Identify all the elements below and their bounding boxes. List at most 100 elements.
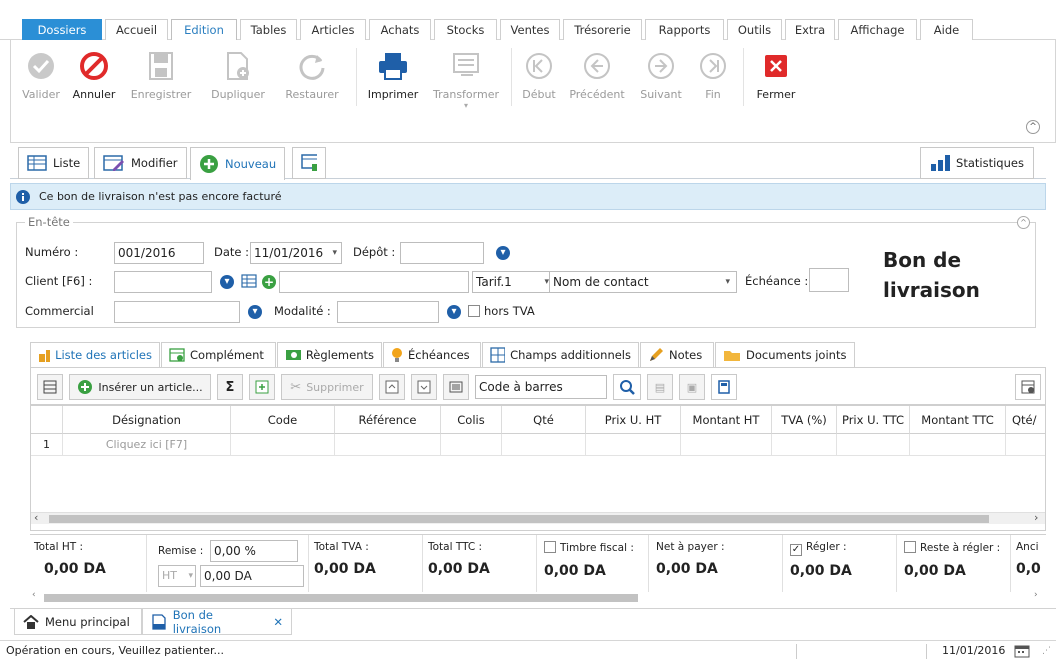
tab-liste-articles[interactable]: Liste des articles	[30, 342, 160, 368]
tab-complement[interactable]: Complément	[161, 342, 276, 367]
designation-cell[interactable]: Cliquez ici [F7]	[63, 434, 231, 456]
menu-tab-accueil[interactable]: Accueil	[105, 19, 168, 40]
totals-horizontal-scrollbar[interactable]: ‹ ›	[30, 590, 1046, 604]
remise-percent-field[interactable]: 0,00 %	[210, 540, 298, 562]
import-button[interactable]	[249, 374, 275, 400]
precedent-button[interactable]: Précédent	[567, 48, 627, 101]
code-cell[interactable]	[231, 434, 335, 456]
scroll-left-icon[interactable]: ‹	[34, 511, 38, 524]
supprimer-button[interactable]: ✂ Supprimer	[281, 374, 373, 400]
barcode-button[interactable]	[443, 374, 469, 400]
transformer-button[interactable]: Transformer ▾	[429, 48, 503, 110]
tab-notes[interactable]: Notes	[640, 342, 714, 367]
menu-tab-achats[interactable]: Achats	[369, 19, 431, 40]
resize-grip-icon[interactable]: ⋰	[1042, 641, 1051, 661]
tva-cell[interactable]	[772, 434, 837, 456]
menu-tab-tresorerie[interactable]: Trésorerie	[563, 19, 642, 40]
echeance-field[interactable]	[809, 268, 849, 292]
tab-champs-additionnels[interactable]: Champs additionnels	[482, 342, 639, 367]
prix-ht-cell[interactable]	[586, 434, 681, 456]
tarif-select[interactable]: Tarif.1 ▾	[472, 271, 549, 293]
tab-liste[interactable]: Liste	[18, 147, 90, 179]
close-tab-icon[interactable]: ✕	[273, 615, 283, 629]
menu-tab-outils[interactable]: Outils	[727, 19, 782, 40]
remise-mode-select[interactable]: HT ▾	[158, 565, 196, 587]
grid-horizontal-scrollbar[interactable]: ‹ ›	[31, 511, 1045, 524]
grid-settings-button[interactable]	[1015, 374, 1041, 400]
date-field[interactable]: 11/01/2016 ▾	[250, 242, 342, 264]
chevron-down-icon[interactable]: ▾	[332, 243, 337, 263]
move-up-button[interactable]	[379, 374, 405, 400]
tab-bon-livraison[interactable]: Bon de livraison ✕	[142, 608, 292, 636]
client-name-field[interactable]	[279, 271, 469, 293]
collapse-header-icon[interactable]: ^	[1017, 216, 1030, 229]
col-tva[interactable]: TVA (%)	[772, 406, 837, 434]
menu-tab-affichage[interactable]: Affichage	[838, 19, 917, 40]
tab-nouveau[interactable]: Nouveau	[190, 147, 286, 180]
reste-checkbox[interactable]: Reste à régler :	[904, 541, 1000, 554]
commercial-select-icon[interactable]: ▾	[248, 305, 262, 319]
scan-button[interactable]: ▤	[647, 374, 673, 400]
menu-tab-edition[interactable]: Edition	[171, 19, 237, 41]
tab-echeances[interactable]: Échéances	[383, 342, 481, 367]
debut-button[interactable]: Début	[519, 48, 559, 101]
colis-cell[interactable]	[441, 434, 502, 456]
move-down-button[interactable]	[411, 374, 437, 400]
montant-ttc-cell[interactable]	[910, 434, 1006, 456]
add-client-icon[interactable]: +	[262, 275, 276, 289]
barcode-input[interactable]: Code à barres	[475, 375, 607, 399]
tab-reglements[interactable]: Règlements	[277, 342, 382, 367]
col-prix-ttc[interactable]: Prix U. TTC	[837, 406, 910, 434]
client-list-icon[interactable]	[241, 274, 257, 289]
col-montant-ttc[interactable]: Montant TTC	[910, 406, 1006, 434]
menu-tab-ventes[interactable]: Ventes	[500, 19, 560, 40]
scroll-left-icon[interactable]: ‹	[32, 590, 36, 600]
depot-field[interactable]	[400, 242, 484, 264]
commercial-field[interactable]	[114, 301, 240, 323]
layout-button[interactable]	[37, 374, 63, 400]
totals-scroll-thumb[interactable]	[44, 594, 638, 602]
qte-colis-cell[interactable]	[1006, 434, 1045, 456]
collapse-ribbon-icon[interactable]: ^	[1026, 120, 1040, 134]
menu-tab-articles[interactable]: Articles	[300, 19, 366, 40]
tab-export[interactable]	[292, 147, 326, 179]
col-reference[interactable]: Référence	[335, 406, 441, 434]
reference-cell[interactable]	[335, 434, 441, 456]
regler-checkbox[interactable]: ✓ Régler :	[790, 541, 847, 556]
calendar-icon[interactable]	[1014, 644, 1030, 658]
scroll-right-icon[interactable]: ›	[1034, 511, 1038, 524]
restaurer-button[interactable]: Restaurer	[277, 48, 347, 101]
prix-ttc-cell[interactable]	[837, 434, 910, 456]
tab-modifier[interactable]: Modifier	[94, 147, 187, 179]
regler-check[interactable]: ✓	[790, 544, 802, 556]
menu-tab-dossiers[interactable]: Dossiers	[22, 19, 102, 40]
reste-check[interactable]	[904, 541, 916, 553]
tab-documents-joints[interactable]: Documents joints	[715, 342, 855, 367]
remise-amount-field[interactable]: 0,00 DA	[200, 565, 304, 587]
menu-tab-extra[interactable]: Extra	[785, 19, 835, 40]
sum-button[interactable]: Σ	[217, 374, 243, 400]
menu-tab-aide[interactable]: Aide	[920, 19, 973, 40]
annuler-button[interactable]: Annuler	[69, 48, 119, 101]
client-code-field[interactable]	[114, 271, 212, 293]
numero-field[interactable]: 001/2016	[114, 242, 204, 264]
insert-article-button[interactable]: Insérer un article...	[69, 374, 211, 400]
hors-tva-check[interactable]	[468, 305, 480, 317]
col-code[interactable]: Code	[231, 406, 335, 434]
timbre-check[interactable]	[544, 541, 556, 553]
hors-tva-checkbox[interactable]: hors TVA	[468, 304, 535, 318]
modalite-select-icon[interactable]: ▾	[447, 305, 461, 319]
col-qte-colis[interactable]: Qté/	[1006, 406, 1045, 434]
calculator-button[interactable]	[711, 374, 737, 400]
qte-cell[interactable]	[502, 434, 586, 456]
col-colis[interactable]: Colis	[441, 406, 502, 434]
modalite-field[interactable]	[337, 301, 439, 323]
statistiques-button[interactable]: Statistiques	[920, 147, 1034, 179]
menu-tab-rapports[interactable]: Rapports	[645, 19, 724, 40]
fermer-button[interactable]: Fermer	[751, 48, 801, 101]
valider-button[interactable]: Valider	[21, 48, 61, 101]
montant-ht-cell[interactable]	[681, 434, 772, 456]
enregistrer-button[interactable]: Enregistrer	[127, 48, 195, 101]
contact-select[interactable]: Nom de contact ▾	[549, 271, 737, 293]
grid-scroll-thumb[interactable]	[49, 515, 989, 523]
